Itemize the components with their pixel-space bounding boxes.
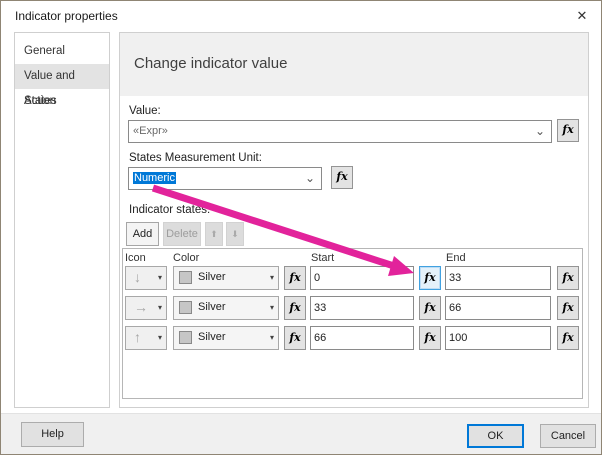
move-down-icon: ⬇ [231,229,239,239]
end-fx-button[interactable]: fx [557,296,579,320]
end-fx-button[interactable]: fx [557,326,579,350]
start-input[interactable] [310,296,414,320]
color-name: Silver [198,301,226,313]
start-fx-button[interactable]: fx [419,266,441,290]
icon-combobox[interactable]: ↑ ▾ [125,326,167,350]
measurement-unit-fx-button[interactable]: fx [331,166,353,189]
table-row: → ▾ Silver ▾ fx fx fx [1,296,601,320]
dropdown-arrow-icon: ▾ [157,273,162,282]
indicator-properties-dialog: Indicator properties ✕ General Value and… [0,0,602,455]
value-combobox-text: «Expr» [133,125,168,137]
table-row: ↓ ▾ Silver ▾ fx fx fx [1,266,601,290]
fx-icon: fx [424,331,436,344]
color-swatch [179,271,192,284]
end-input[interactable] [445,266,551,290]
ok-button[interactable]: OK [467,424,524,448]
indicator-states-label: Indicator states: [129,204,211,216]
dropdown-arrow-icon: ▾ [157,333,162,342]
fx-icon: fx [289,271,301,284]
sidebar: General Value and States Action [14,32,110,408]
icon-combobox[interactable]: → ▾ [125,296,167,320]
end-input[interactable] [445,326,551,350]
color-swatch [179,301,192,314]
column-header-start: Start [311,252,335,264]
arrow-up-icon: ↑ [134,329,141,345]
fx-icon: fx [289,331,301,344]
arrow-down-icon: ↓ [134,269,141,285]
color-combobox[interactable]: Silver ▾ [173,296,279,320]
color-combobox[interactable]: Silver ▾ [173,266,279,290]
measurement-unit-label: States Measurement Unit: [129,152,262,164]
arrow-right-icon: → [134,299,148,315]
panel-header-band: Change indicator value [120,33,588,96]
sidebar-item-value-and-states[interactable]: Value and States [15,64,109,107]
fx-icon: fx [424,271,436,284]
sidebar-item-general[interactable]: General [15,39,109,64]
value-label: Value: [129,105,161,117]
sidebar-item-action[interactable]: Action [15,89,109,114]
start-input[interactable] [310,326,414,350]
chevron-down-icon: ⌄ [534,124,545,138]
icon-combobox[interactable]: ↓ ▾ [125,266,167,290]
cancel-button[interactable]: Cancel [540,424,596,448]
fx-icon: fx [562,123,574,136]
dropdown-arrow-icon: ▾ [157,303,162,312]
color-swatch [179,331,192,344]
dropdown-arrow-icon: ▾ [269,303,274,312]
fx-icon: fx [336,170,348,183]
page-title: Change indicator value [134,55,288,72]
measurement-unit-combobox[interactable]: Numeric ⌄ [128,167,322,190]
start-fx-button[interactable]: fx [419,326,441,350]
value-fx-button[interactable]: fx [557,119,579,142]
measurement-unit-combobox-text: Numeric [133,172,176,184]
color-fx-button[interactable]: fx [284,266,306,290]
dialog-title: Indicator properties [15,9,118,23]
color-fx-button[interactable]: fx [284,296,306,320]
fx-icon: fx [289,301,301,314]
table-row: ↑ ▾ Silver ▾ fx fx fx [1,326,601,350]
start-fx-button[interactable]: fx [419,296,441,320]
dropdown-arrow-icon: ▾ [269,273,274,282]
column-header-color: Color [173,252,200,264]
close-button[interactable]: ✕ [569,4,595,28]
color-combobox[interactable]: Silver ▾ [173,326,279,350]
column-header-end: End [446,252,466,264]
end-input[interactable] [445,296,551,320]
value-combobox[interactable]: «Expr» ⌄ [128,120,552,143]
color-name: Silver [198,271,226,283]
fx-icon: fx [562,301,574,314]
fx-icon: fx [562,331,574,344]
chevron-down-icon: ⌄ [304,171,315,185]
delete-button[interactable]: Delete [163,222,201,246]
column-header-icon: Icon [125,252,146,264]
close-icon: ✕ [576,8,588,23]
color-fx-button[interactable]: fx [284,326,306,350]
move-up-icon: ⬆ [210,229,218,239]
title-bar: Indicator properties ✕ [1,1,601,31]
footer-bar: Help OK Cancel [1,413,601,454]
help-button[interactable]: Help [21,422,84,447]
move-down-button[interactable]: ⬇ [226,222,244,246]
start-input[interactable] [310,266,414,290]
end-fx-button[interactable]: fx [557,266,579,290]
color-name: Silver [198,331,226,343]
fx-icon: fx [562,271,574,284]
fx-icon: fx [424,301,436,314]
move-up-button[interactable]: ⬆ [205,222,223,246]
add-button[interactable]: Add [126,222,159,246]
dropdown-arrow-icon: ▾ [269,333,274,342]
